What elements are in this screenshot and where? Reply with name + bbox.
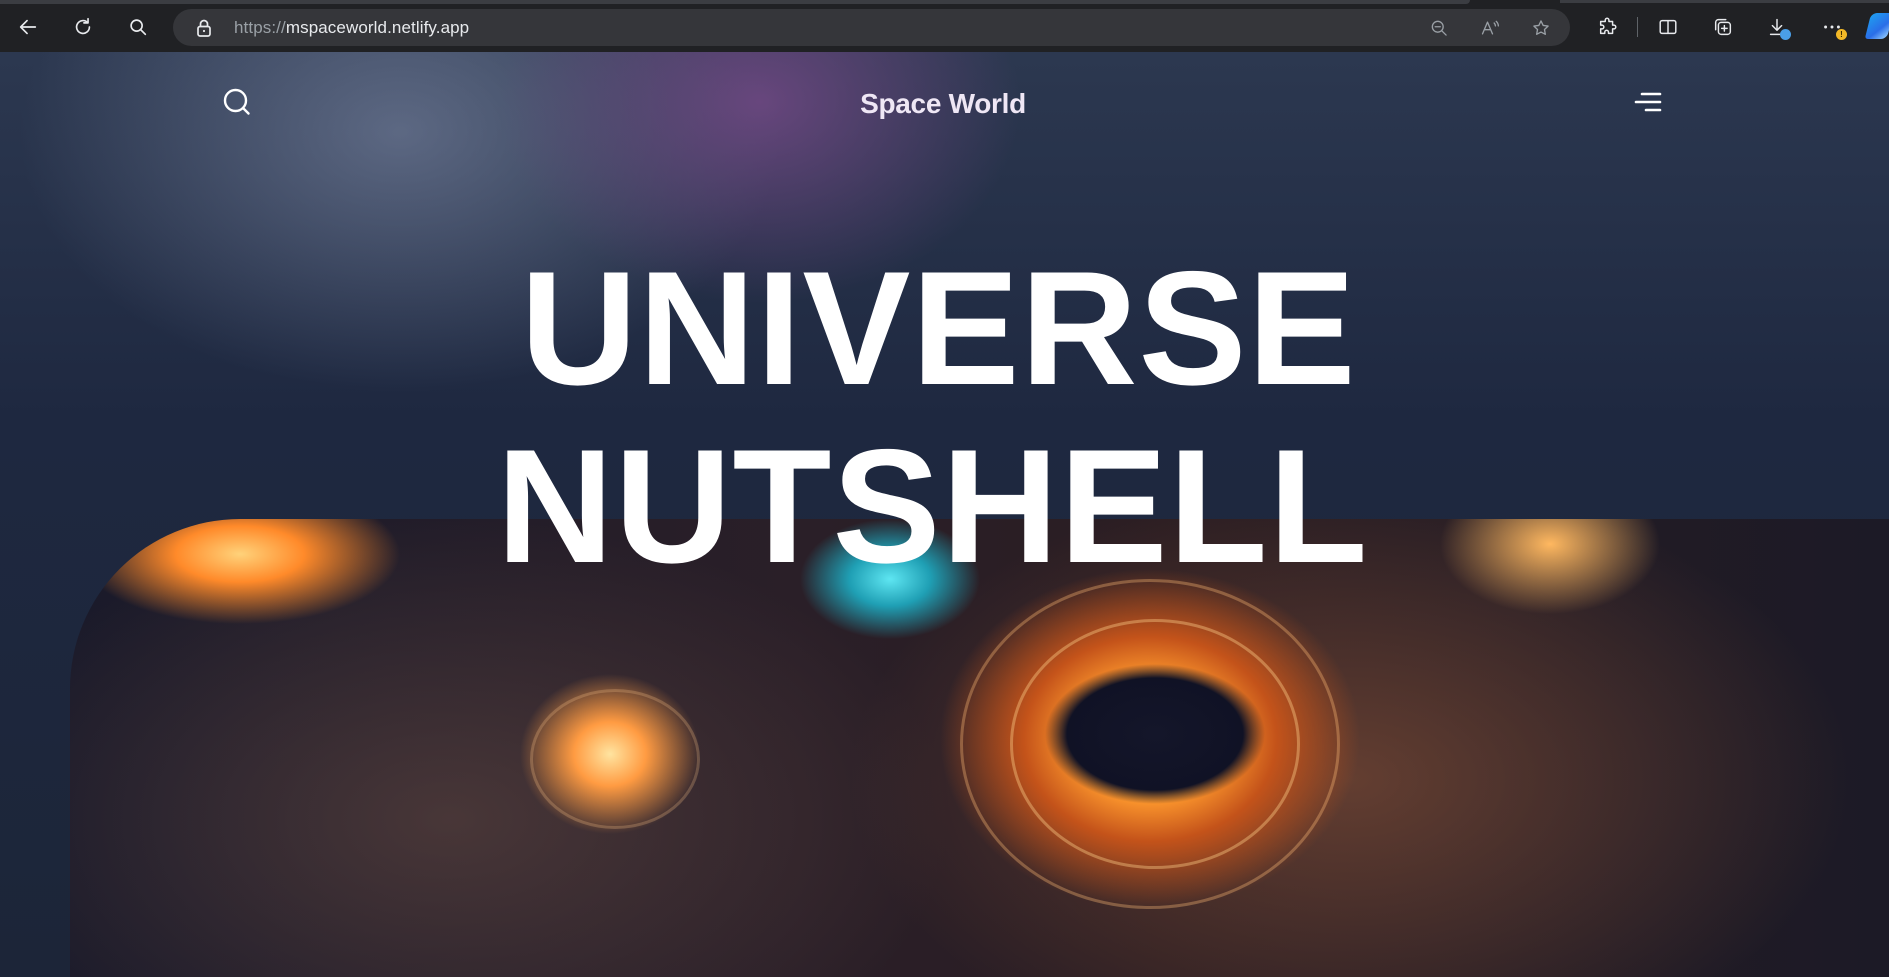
hero-image-swirl (530, 689, 700, 829)
collections-icon[interactable] (1709, 13, 1737, 41)
back-arrow-icon[interactable] (13, 12, 43, 42)
read-aloud-icon[interactable] (1478, 16, 1502, 40)
search-icon[interactable] (123, 12, 153, 42)
split-screen-icon[interactable] (1654, 13, 1682, 41)
zoom-out-icon[interactable] (1427, 16, 1451, 40)
tab-strip-edge-right (1560, 0, 1889, 3)
tab-strip-edge (0, 0, 1470, 4)
url-text[interactable]: https://mspaceworld.netlify.app (234, 18, 469, 38)
refresh-icon[interactable] (68, 12, 98, 42)
hamburger-menu-icon[interactable] (1633, 90, 1663, 114)
search-icon[interactable] (221, 86, 253, 118)
lock-icon[interactable] (195, 18, 213, 38)
star-icon[interactable] (1529, 16, 1553, 40)
site-title[interactable]: Space World (843, 88, 1043, 120)
more-badge: ! (1836, 29, 1847, 40)
hero-image-swirl (1010, 619, 1300, 869)
browser-toolbar: https://mspaceworld.netlify.app ! (0, 0, 1889, 52)
hero-headline-line-1: UNIVERSE (520, 238, 1357, 419)
url-host: mspaceworld.netlify.app (285, 18, 470, 37)
copilot-icon[interactable] (1864, 13, 1889, 39)
page: Space World UNIVERSE NUTSHELL (0, 52, 1889, 977)
toolbar-divider (1637, 17, 1638, 37)
url-protocol: https:// (234, 18, 286, 37)
puzzle-icon[interactable] (1594, 13, 1622, 41)
hero-headline-line-2: NUTSHELL (496, 416, 1369, 597)
download-badge (1780, 29, 1791, 40)
address-bar[interactable]: https://mspaceworld.netlify.app (173, 9, 1570, 46)
